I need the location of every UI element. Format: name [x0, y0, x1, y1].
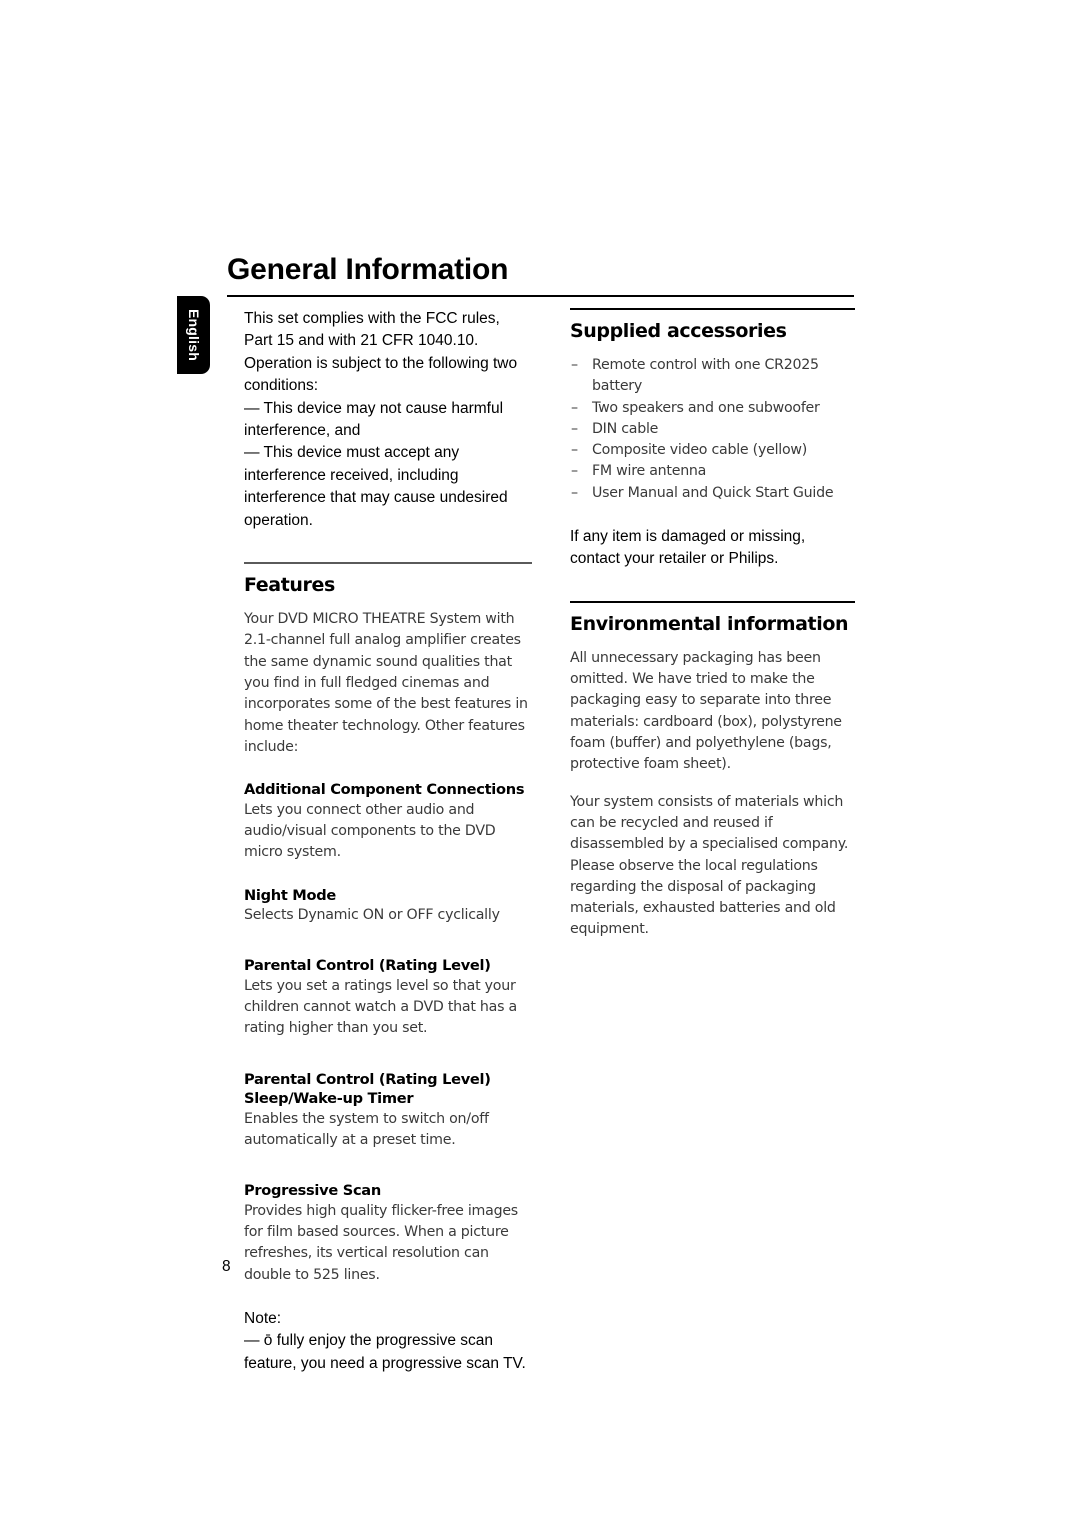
features-divider: [244, 562, 532, 565]
feature-item: Night Mode Selects Dynamic ON or OFF cyc…: [244, 886, 532, 927]
dash-bullet-icon: –: [571, 420, 578, 437]
fcc-notice-block: This set complies with the FCC rules, Pa…: [244, 308, 532, 532]
supplied-accessories-divider: [570, 308, 855, 310]
list-item: – DIN cable: [570, 419, 855, 440]
list-item-label: DIN cable: [592, 420, 659, 437]
features-intro-paragraph: Your DVD MICRO THEATRE System with 2.1-c…: [244, 611, 528, 755]
note-text: — ō fully enjoy the progressive scan fea…: [244, 1332, 526, 1372]
list-item-label: FM wire antenna: [592, 463, 707, 480]
list-item: – Remote control with one CR2025 battery: [570, 355, 855, 398]
feature-body: Enables the system to switch on/off auto…: [244, 1110, 489, 1149]
list-item-label: User Manual and Quick Start Guide: [592, 484, 834, 501]
feature-heading: Progressive Scan: [244, 1182, 381, 1200]
list-item: – FM wire antenna: [570, 461, 855, 482]
environmental-information-heading: Environmental information: [570, 612, 849, 635]
feature-item: Additional Component Connections Lets yo…: [244, 780, 532, 863]
list-item-label: Remote control with one CR2025 battery: [592, 357, 819, 395]
dash-bullet-icon: –: [571, 399, 578, 416]
feature-body: Provides high quality flicker-free image…: [244, 1202, 518, 1283]
feature-heading: Night Mode: [244, 886, 337, 904]
feature-heading: Parental Control (Rating Level): [244, 1070, 491, 1088]
dash-bullet-icon: –: [571, 463, 578, 480]
environmental-information-divider: [570, 600, 855, 603]
title-divider: [227, 295, 854, 297]
supplied-accessories-heading: Supplied accessories: [570, 320, 787, 342]
right-column: Supplied accessories – Remote control wi…: [570, 308, 855, 941]
feature-body: Lets you connect other audio and audio/v…: [244, 801, 496, 861]
page-number: 8: [222, 1258, 231, 1275]
list-item-label: Composite video cable (yellow): [592, 442, 808, 459]
list-item: – Composite video cable (yellow): [570, 440, 855, 461]
language-tab: English: [177, 296, 210, 374]
language-tab-label: English: [185, 309, 202, 361]
fcc-condition-1: — This device may not cause harmful inte…: [244, 399, 504, 440]
environmental-paragraph-1: All unnecessary packaging has been omitt…: [570, 649, 842, 773]
features-heading: Features: [244, 574, 335, 597]
supplied-accessories-footnote: If any item is damaged or missing, conta…: [570, 528, 806, 568]
note-label: Note:: [244, 1310, 282, 1327]
feature-heading: Additional Component Connections: [244, 781, 525, 799]
fcc-intro-paragraph: This set complies with the FCC rules, Pa…: [244, 310, 518, 395]
page-title: General Information: [227, 253, 509, 286]
supplied-accessories-list: – Remote control with one CR2025 battery…: [570, 355, 855, 504]
list-item-label: Two speakers and one subwoofer: [592, 399, 820, 416]
feature-item: Parental Control (Rating Level) Lets you…: [244, 956, 532, 1039]
feature-item: Progressive Scan Provides high quality f…: [244, 1181, 532, 1286]
document-page: English General Information This set com…: [0, 0, 1080, 1528]
feature-item: Parental Control (Rating Level) Sleep/Wa…: [244, 1070, 532, 1152]
feature-heading: Parental Control (Rating Level): [244, 957, 491, 975]
environmental-paragraph-2: Your system consists of materials which …: [570, 793, 849, 938]
dash-bullet-icon: –: [571, 442, 578, 459]
note-block: Note: — ō fully enjoy the progressive sc…: [244, 1308, 532, 1375]
fcc-condition-2: — This device must accept any interferen…: [244, 444, 508, 529]
feature-heading-line-2: Sleep/Wake-up Timer: [244, 1090, 414, 1108]
left-column: This set complies with the FCC rules, Pa…: [244, 308, 532, 1375]
feature-body: Selects Dynamic ON or OFF cyclically: [244, 907, 500, 924]
list-item: – User Manual and Quick Start Guide: [570, 483, 855, 504]
feature-body: Lets you set a ratings level so that you…: [244, 977, 517, 1037]
list-item: – Two speakers and one subwoofer: [570, 398, 855, 419]
dash-bullet-icon: –: [571, 357, 578, 373]
dash-bullet-icon: –: [571, 484, 578, 501]
